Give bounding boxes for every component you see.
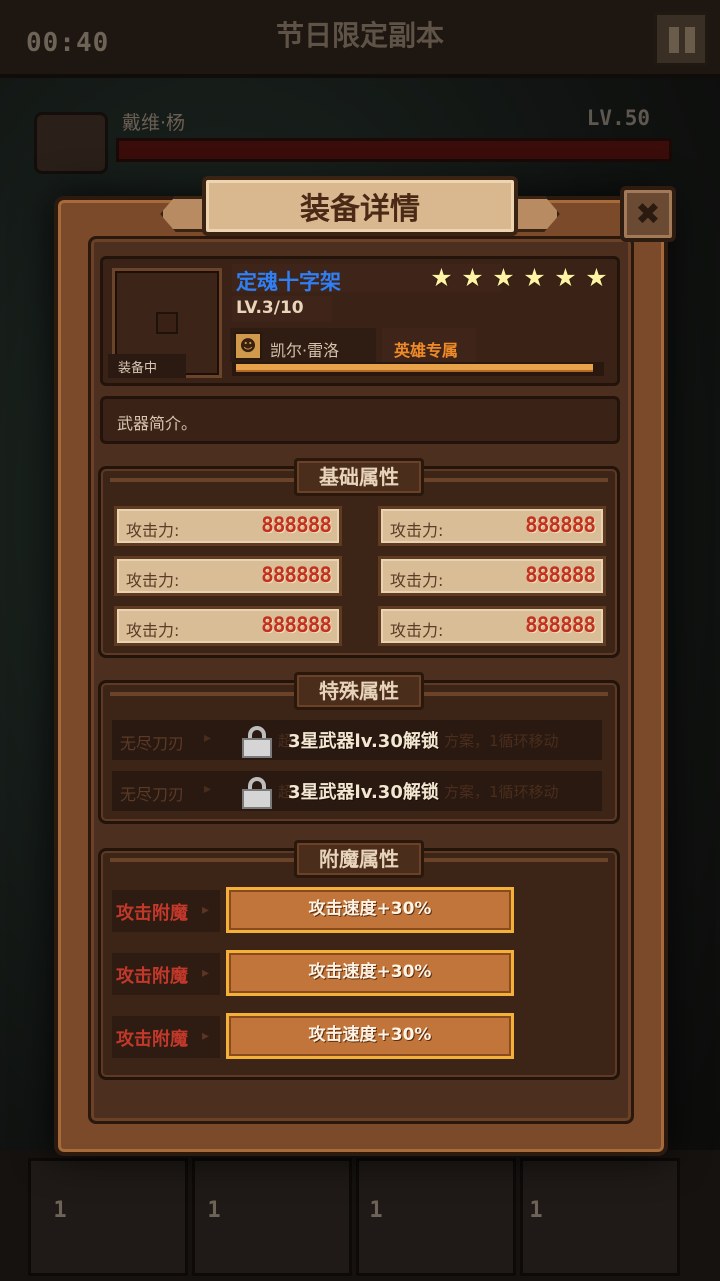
attr-attack: 攻击力: 888888 xyxy=(114,606,342,646)
attr-attack: 攻击力: 888888 xyxy=(114,556,342,596)
enchant-attributes-title: 附魔属性 xyxy=(294,840,424,878)
slot-cost: 1 xyxy=(53,1198,67,1223)
enchant-value-button[interactable]: 攻击速度+30% xyxy=(226,950,514,996)
dialog-title: 装备详情 xyxy=(300,192,420,227)
attr-label: 攻击力: xyxy=(390,571,444,590)
item-name: 定魂十字架 xyxy=(236,270,341,294)
arrow-right-icon: ▸ xyxy=(204,730,212,746)
special-attributes-title: 特殊属性 xyxy=(294,672,424,710)
attr-value: 888888 xyxy=(525,513,596,537)
enchant-label: 攻击附魔 xyxy=(116,1029,188,1050)
item-level: LV.3/10 xyxy=(236,298,304,318)
attr-attack: 攻击力: 888888 xyxy=(378,556,606,596)
attr-value: 888888 xyxy=(261,613,332,637)
equipped-tag: 装备中 xyxy=(108,354,186,378)
enchant-label-box: 攻击附魔 ▸ xyxy=(112,953,220,995)
level-progress-fill xyxy=(236,364,593,372)
attr-label: 攻击力: xyxy=(126,571,180,590)
top-bar: 00:40 节日限定副本 xyxy=(0,0,720,78)
pause-button[interactable] xyxy=(654,12,708,66)
attr-value: 888888 xyxy=(525,613,596,637)
star-icon: ★ xyxy=(523,263,546,292)
attr-label: 攻击力: xyxy=(390,621,444,640)
slot-cost: 1 xyxy=(207,1198,221,1223)
star-icon: ★ xyxy=(585,263,608,292)
lock-icon xyxy=(242,726,272,758)
special-attr-text-tail: 方案，1循环移动 xyxy=(444,783,559,801)
boss-emblem-icon xyxy=(34,112,108,174)
enchant-label-box: 攻击附魔 ▸ xyxy=(112,890,220,932)
attr-attack: 攻击力: 888888 xyxy=(114,506,342,546)
star-icon: ★ xyxy=(554,263,577,292)
close-button[interactable]: ✖ xyxy=(620,186,676,242)
boss-health-bar xyxy=(116,138,672,162)
arrow-right-icon: ▸ xyxy=(202,1028,210,1044)
enchant-label: 攻击附魔 xyxy=(116,903,188,924)
boss-name: 戴维·杨 xyxy=(122,112,186,134)
stage-title: 节日限定副本 xyxy=(275,19,444,52)
arrow-right-icon: ▸ xyxy=(202,902,210,918)
star-icon: ★ xyxy=(492,263,515,292)
special-attr-text-tail: 方案，1循环移动 xyxy=(444,732,559,750)
enchant-label-box: 攻击附魔 ▸ xyxy=(112,1016,220,1058)
basic-attributes-title: 基础属性 xyxy=(294,458,424,496)
special-attr-label: 无尽刀刃 xyxy=(120,785,185,804)
special-attr-row-locked[interactable]: 无尽刀刃 ▸ 超 方案，1循环移动 3星武器lv.30解锁 xyxy=(112,771,602,811)
attr-value: 888888 xyxy=(261,513,332,537)
special-attr-label: 无尽刀刃 xyxy=(120,734,185,753)
unlock-requirement: 3星武器lv.30解锁 xyxy=(288,782,439,803)
attr-label: 攻击力: xyxy=(126,621,180,640)
arrow-right-icon: ▸ xyxy=(202,965,210,981)
slot-cost: 1 xyxy=(369,1198,383,1223)
star-rating: ★ ★ ★ ★ ★ ★ xyxy=(428,264,610,291)
owner-name: 凯尔·雷洛 xyxy=(270,341,340,360)
exclusive-tag: 英雄专属 xyxy=(394,341,459,360)
attr-label: 攻击力: xyxy=(390,521,444,540)
special-attr-row-locked[interactable]: 无尽刀刃 ▸ 超 方案，1循环移动 3星武器lv.30解锁 xyxy=(112,720,602,760)
hero-avatar-icon: ☻ xyxy=(234,332,262,360)
enchant-value-button[interactable]: 攻击速度+30% xyxy=(226,1013,514,1059)
attr-attack: 攻击力: 888888 xyxy=(378,506,606,546)
star-icon: ★ xyxy=(430,263,453,292)
close-icon: ✖ xyxy=(635,196,661,232)
attr-label: 攻击力: xyxy=(126,521,180,540)
attr-value: 888888 xyxy=(525,563,596,587)
equipment-icon xyxy=(156,312,178,334)
arrow-right-icon: ▸ xyxy=(204,781,212,797)
slot-cost: 1 xyxy=(529,1198,543,1223)
attr-value: 888888 xyxy=(261,563,332,587)
attr-attack: 攻击力: 888888 xyxy=(378,606,606,646)
enchant-label: 攻击附魔 xyxy=(116,966,188,987)
unlock-requirement: 3星武器lv.30解锁 xyxy=(288,731,439,752)
lock-icon xyxy=(242,777,272,809)
weapon-description: 武器简介。 xyxy=(117,414,198,433)
star-icon: ★ xyxy=(461,263,484,292)
enchant-value-button[interactable]: 攻击速度+30% xyxy=(226,887,514,933)
boss-level: LV.50 xyxy=(586,106,650,130)
